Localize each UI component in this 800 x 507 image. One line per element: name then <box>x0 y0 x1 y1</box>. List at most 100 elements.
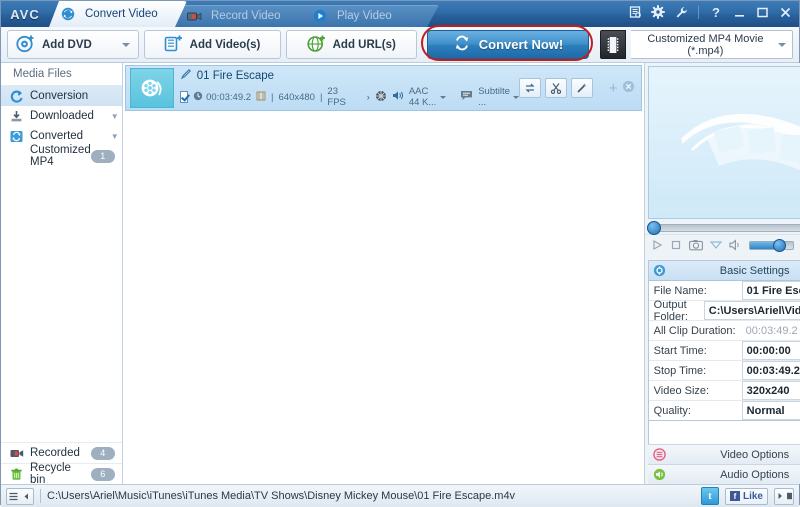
file-title-row: 01 Fire Escape <box>180 68 519 83</box>
setting-row-all-clip-duration: All Clip Duration: 00:03:49.2 <box>648 321 800 341</box>
video-options-row[interactable]: Video Options <box>647 444 800 464</box>
audio-track-caret-icon <box>440 95 447 99</box>
add-row-icon[interactable]: + <box>609 80 618 97</box>
file-select-checkbox[interactable] <box>179 91 189 103</box>
tab-convert-video[interactable]: Convert Video <box>49 1 187 27</box>
output-profile-select[interactable]: Customized MP4 Movie (*.mp4) <box>630 30 793 59</box>
add-video-label: Add Video(s) <box>189 38 261 51</box>
remove-row-icon[interactable] <box>622 80 635 96</box>
preview-controls <box>644 233 800 256</box>
chevron-down-icon[interactable]: ▼ <box>108 129 122 143</box>
expand-arrow-icon[interactable]: › <box>367 92 370 103</box>
audio-track-dropdown[interactable]: AAC 44 K... <box>409 86 447 108</box>
volume-knob[interactable] <box>773 238 787 252</box>
subtitle-dropdown[interactable]: Subtilte ... <box>478 86 519 108</box>
convert-row-icon[interactable] <box>518 78 541 98</box>
setting-row-video-size: Video Size: 320x240 <box>648 381 800 401</box>
panel-toggle-button[interactable] <box>774 487 794 505</box>
sidebar-subitem-badge: 1 <box>90 149 115 163</box>
file-list: 01 Fire Escape 00:03:49.2 | 640x480 | 23… <box>122 63 645 484</box>
edit-pencil-icon[interactable] <box>180 68 192 83</box>
all-clip-duration-key: All Clip Duration: <box>653 324 736 337</box>
output-folder-input[interactable]: C:\Users\Ariel\Videos\A... <box>703 301 800 320</box>
facebook-like-button[interactable]: f Like <box>724 487 768 505</box>
preview-seek-bar[interactable] <box>646 221 800 236</box>
snapshot-camera-icon[interactable] <box>688 238 703 252</box>
list-view-toggle[interactable] <box>6 487 34 505</box>
add-url-button[interactable]: Add URL(s) <box>285 30 417 59</box>
play-circle-icon <box>311 9 329 23</box>
settings-disc-icon <box>649 264 671 277</box>
facebook-like-label: Like <box>742 490 763 502</box>
panel-arrow-icon[interactable] <box>776 491 784 502</box>
twitter-button[interactable]: t <box>700 487 719 505</box>
basic-settings-title: Basic Settings <box>719 264 790 277</box>
add-url-label: Add URL(s) <box>332 38 396 51</box>
download-icon <box>9 109 24 124</box>
volume-icon[interactable] <box>729 238 742 252</box>
quality-value: Normal <box>746 404 785 417</box>
sidebar-item-conversion[interactable]: Conversion <box>1 86 122 106</box>
minimize-button[interactable] <box>731 4 747 20</box>
log-icon[interactable] <box>627 4 643 20</box>
list-icon[interactable] <box>7 490 20 503</box>
volume-fill <box>749 241 776 249</box>
tab-play-video[interactable]: Play Video <box>301 5 439 27</box>
start-time-input[interactable]: 00:00:00 <box>741 341 800 360</box>
close-button[interactable] <box>777 4 793 20</box>
facebook-icon: f <box>729 491 740 501</box>
volume-slider[interactable] <box>748 238 794 252</box>
tab-play-video-label: Play Video <box>337 10 392 22</box>
scissors-trim-icon[interactable] <box>544 78 567 98</box>
help-icon[interactable]: ? <box>708 4 724 20</box>
basic-settings-header: Basic Settings <box>648 261 800 281</box>
stop-icon[interactable] <box>670 238 682 252</box>
settings-gear-icon[interactable] <box>650 4 666 20</box>
stop-time-input[interactable]: 00:03:49.2 <box>741 361 800 380</box>
seek-knob[interactable] <box>646 221 661 236</box>
video-size-select[interactable]: 320x240 <box>741 381 800 400</box>
main-toolbar: Add DVD Add Video(s) Add URL(s) Convert … <box>1 25 799 63</box>
sidebar: Media Files Conversion Downloaded ▼ Conv… <box>1 63 123 486</box>
dvd-plus-icon <box>16 34 35 56</box>
effects-icon[interactable] <box>709 238 722 252</box>
add-dvd-button[interactable]: Add DVD <box>7 30 139 59</box>
audio-options-row[interactable]: Audio Options <box>647 464 800 484</box>
add-dvd-caret-icon[interactable] <box>121 42 130 47</box>
sidebar-item-conversion-label: Conversion <box>30 90 89 102</box>
control-divider <box>698 5 699 19</box>
collapse-left-icon[interactable] <box>20 490 33 503</box>
video-size-value: 320x240 <box>746 384 790 397</box>
magic-wand-effects-icon[interactable] <box>570 78 593 98</box>
video-preview[interactable] <box>647 66 800 220</box>
file-list-row[interactable]: 01 Fire Escape 00:03:49.2 | 640x480 | 23… <box>124 65 642 111</box>
duration-info: 00:03:49.2 <box>193 91 251 104</box>
video-stream-icon <box>375 90 387 105</box>
panel-bars-icon[interactable] <box>785 491 793 502</box>
tab-record-video[interactable]: Record Video <box>175 5 313 27</box>
sidebar-item-recorded[interactable]: Recorded 4 <box>1 442 122 463</box>
sidebar-bottom-group: Recorded 4 Recycle bin 6 <box>1 442 122 486</box>
profile-filmstrip-icon[interactable] <box>600 30 626 59</box>
quality-select[interactable]: Normal <box>741 401 800 420</box>
camcorder-icon <box>9 446 24 461</box>
file-name-input[interactable]: 01 Fire Escape <box>741 281 800 300</box>
play-icon[interactable] <box>651 238 663 252</box>
maximize-button[interactable] <box>754 4 770 20</box>
add-video-button[interactable]: Add Video(s) <box>143 30 281 59</box>
sidebar-subitem-customized-mp4[interactable]: Customized MP4 1 <box>1 144 122 168</box>
sidebar-item-downloaded[interactable]: Downloaded ▼ <box>1 106 122 126</box>
globe-plus-icon <box>307 34 326 56</box>
sidebar-item-recorded-label: Recorded <box>30 447 80 459</box>
filmstrip-small-icon <box>256 91 266 104</box>
profile-caret-icon[interactable] <box>778 42 786 47</box>
file-thumbnail <box>129 68 174 108</box>
video-options-icon <box>648 448 672 461</box>
seek-track[interactable] <box>646 221 800 236</box>
chevron-down-icon[interactable]: ▼ <box>108 109 122 123</box>
sidebar-filler <box>1 166 122 442</box>
app-logo: AVC <box>10 6 40 22</box>
sidebar-item-converted[interactable]: Converted ▼ <box>1 126 122 146</box>
sidebar-item-recycle-bin[interactable]: Recycle bin 6 <box>1 462 122 486</box>
wrench-icon[interactable] <box>673 4 689 20</box>
